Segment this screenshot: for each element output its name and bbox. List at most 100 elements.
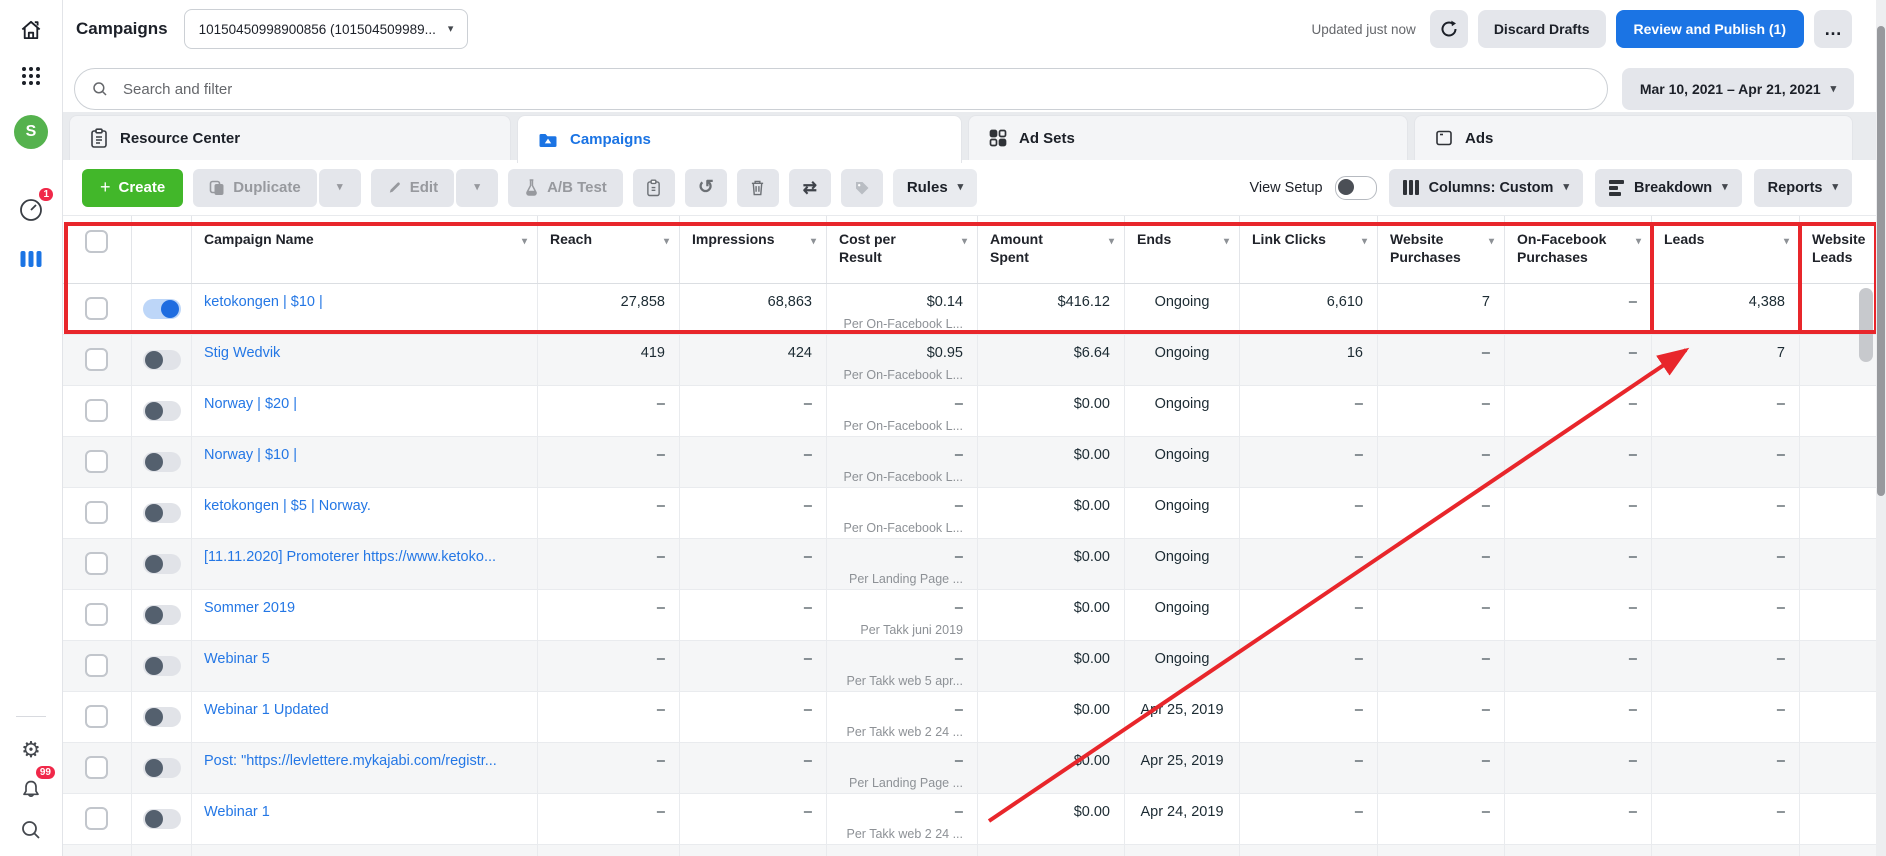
account-overview-icon[interactable]: 1: [17, 196, 45, 224]
search-and-filter[interactable]: [74, 68, 1608, 110]
column-header-leads[interactable]: Leads▾: [1652, 216, 1800, 283]
pin-clipboard-button[interactable]: [633, 169, 675, 207]
avatar[interactable]: S: [14, 115, 48, 149]
table-header-row: Campaign Name▾Reach▾Impressions▾Cost per…: [62, 215, 1886, 284]
sidebar-search-icon[interactable]: [19, 818, 43, 842]
campaign-toggle[interactable]: [143, 707, 181, 727]
duplicate-dropdown-button[interactable]: ▾: [319, 169, 361, 207]
campaign-name-link[interactable]: Webinar 1: [192, 794, 537, 820]
row-checkbox[interactable]: [85, 450, 108, 473]
campaign-toggle[interactable]: [143, 554, 181, 574]
column-header-select: [62, 216, 132, 283]
campaign-name-link[interactable]: [11.11.2020] Promoterer https://www.keto…: [192, 539, 537, 565]
date-range-picker[interactable]: Mar 10, 2021 – Apr 21, 2021 ▾: [1622, 68, 1854, 110]
campaign-toggle[interactable]: [143, 350, 181, 370]
column-header-impressions[interactable]: Impressions▾: [680, 216, 827, 283]
page-scrollbar-thumb[interactable]: [1877, 26, 1885, 496]
campaign-toggle[interactable]: [143, 401, 181, 421]
tag-button[interactable]: [841, 169, 883, 207]
tab-campaigns[interactable]: Campaigns: [517, 115, 962, 163]
campaign-toggle[interactable]: [143, 809, 181, 829]
breakdown-dropdown[interactable]: Breakdown ▾: [1595, 169, 1742, 207]
settings-gear-icon[interactable]: ⚙: [21, 737, 41, 763]
cell-select: [62, 437, 132, 487]
campaign-toggle[interactable]: [143, 758, 181, 778]
ab-test-button[interactable]: A/B Test: [508, 169, 623, 207]
cell-cost-per-result: $0.95Per On-Facebook L...: [827, 335, 978, 385]
edit-button[interactable]: Edit: [371, 169, 454, 207]
row-checkbox[interactable]: [85, 603, 108, 626]
campaign-toggle[interactable]: [143, 605, 181, 625]
column-header-cost_per_result[interactable]: Cost per Result▾: [827, 216, 978, 283]
cell-amount-spent: $0.00: [978, 794, 1125, 844]
row-checkbox[interactable]: [85, 756, 108, 779]
column-header-ends[interactable]: Ends▾: [1125, 216, 1240, 283]
columns-dropdown[interactable]: Columns: Custom ▾: [1389, 169, 1583, 207]
table-scrollbar-thumb[interactable]: [1859, 288, 1873, 362]
tab-ad-sets[interactable]: Ad Sets: [968, 115, 1408, 160]
campaign-name-link[interactable]: Post: "https://levlettere.mykajabi.com/r…: [192, 743, 537, 769]
campaign-name-link[interactable]: ketokongen | $5 | Norway.: [192, 488, 537, 514]
campaign-name-link[interactable]: Norway | $10 |: [192, 437, 537, 463]
campaign-toggle[interactable]: [143, 452, 181, 472]
apps-grid-icon[interactable]: [19, 64, 43, 88]
tab-resource-center[interactable]: Resource Center: [69, 115, 511, 160]
export-swap-button[interactable]: ⇄: [789, 169, 831, 207]
ads-manager-icon[interactable]: [21, 251, 42, 267]
campaign-name-link[interactable]: Norway | $20 |: [192, 386, 537, 412]
column-header-on_facebook_purchases[interactable]: On-Facebook Purchases▾: [1505, 216, 1652, 283]
row-checkbox[interactable]: [85, 297, 108, 320]
cost-value: –: [955, 651, 963, 667]
row-checkbox[interactable]: [85, 552, 108, 575]
row-checkbox[interactable]: [85, 654, 108, 677]
row-checkbox[interactable]: [85, 501, 108, 524]
cell-ends: Apr 25, 2019: [1125, 692, 1240, 742]
more-options-button[interactable]: …: [1814, 10, 1852, 48]
select-all-checkbox[interactable]: [85, 230, 108, 253]
column-header-reach[interactable]: Reach▾: [538, 216, 680, 283]
row-checkbox[interactable]: [85, 399, 108, 422]
notifications-bell-icon[interactable]: 99: [19, 778, 43, 802]
home-icon[interactable]: [18, 17, 44, 43]
campaign-name-link[interactable]: Webinar 1 Updated: [192, 692, 537, 718]
campaign-name-link[interactable]: ketokongen | $10 |: [192, 284, 537, 310]
view-setup-toggle[interactable]: [1335, 176, 1377, 200]
cell-cost-per-result: –Per Landing Page ...: [827, 743, 978, 793]
cell-website-leads: [1800, 335, 1886, 385]
campaign-toggle[interactable]: [143, 656, 181, 676]
reports-dropdown[interactable]: Reports ▾: [1754, 169, 1852, 207]
campaign-name-link[interactable]: Stig Wedvik: [192, 335, 537, 361]
delete-button[interactable]: [737, 169, 779, 207]
row-checkbox[interactable]: [85, 348, 108, 371]
search-input[interactable]: [121, 80, 1591, 99]
campaign-toggle[interactable]: [143, 503, 181, 523]
review-and-publish-button[interactable]: Review and Publish (1): [1616, 10, 1804, 48]
tab-label: Ad Sets: [1019, 130, 1075, 147]
column-header-amount_spent[interactable]: Amount Spent▾: [978, 216, 1125, 283]
edit-dropdown-button[interactable]: ▾: [456, 169, 498, 207]
campaign-name-link[interactable]: Sommer 2019: [192, 590, 537, 616]
cell-amount-spent: $422.76: [978, 845, 1125, 856]
column-header-name[interactable]: Campaign Name▾: [192, 216, 538, 283]
create-button[interactable]: + Create: [82, 169, 183, 207]
campaign-name-link[interactable]: Webinar 5: [192, 641, 537, 667]
cell-cost-per-result: $0.14Per On-Facebook L...: [827, 284, 978, 334]
column-header-link_clicks[interactable]: Link Clicks▾: [1240, 216, 1378, 283]
cell-toggle: [132, 692, 192, 742]
tab-ads[interactable]: Ads: [1414, 115, 1853, 160]
column-header-website_purchases[interactable]: Website Purchases▾: [1378, 216, 1505, 283]
cell-campaign-name: Webinar 1: [192, 794, 538, 844]
rules-dropdown[interactable]: Rules ▾: [893, 169, 977, 207]
duplicate-button[interactable]: Duplicate: [193, 169, 317, 207]
page-scrollbar-track[interactable]: [1876, 0, 1886, 856]
row-checkbox[interactable]: [85, 807, 108, 830]
refresh-button[interactable]: [1430, 10, 1468, 48]
account-selector[interactable]: 10150450998900856 (101504509989... ▾: [184, 9, 469, 49]
discard-drafts-button[interactable]: Discard Drafts: [1478, 10, 1606, 48]
cell-cost-per-result: –Per On-Facebook L...: [827, 437, 978, 487]
cell-campaign-name: Post: "https://levlettere.mykajabi.com/r…: [192, 743, 538, 793]
campaign-toggle[interactable]: [143, 299, 181, 319]
row-checkbox[interactable]: [85, 705, 108, 728]
cell-campaign-name: Norway | $20 |: [192, 386, 538, 436]
undo-button[interactable]: ↺: [685, 169, 727, 207]
